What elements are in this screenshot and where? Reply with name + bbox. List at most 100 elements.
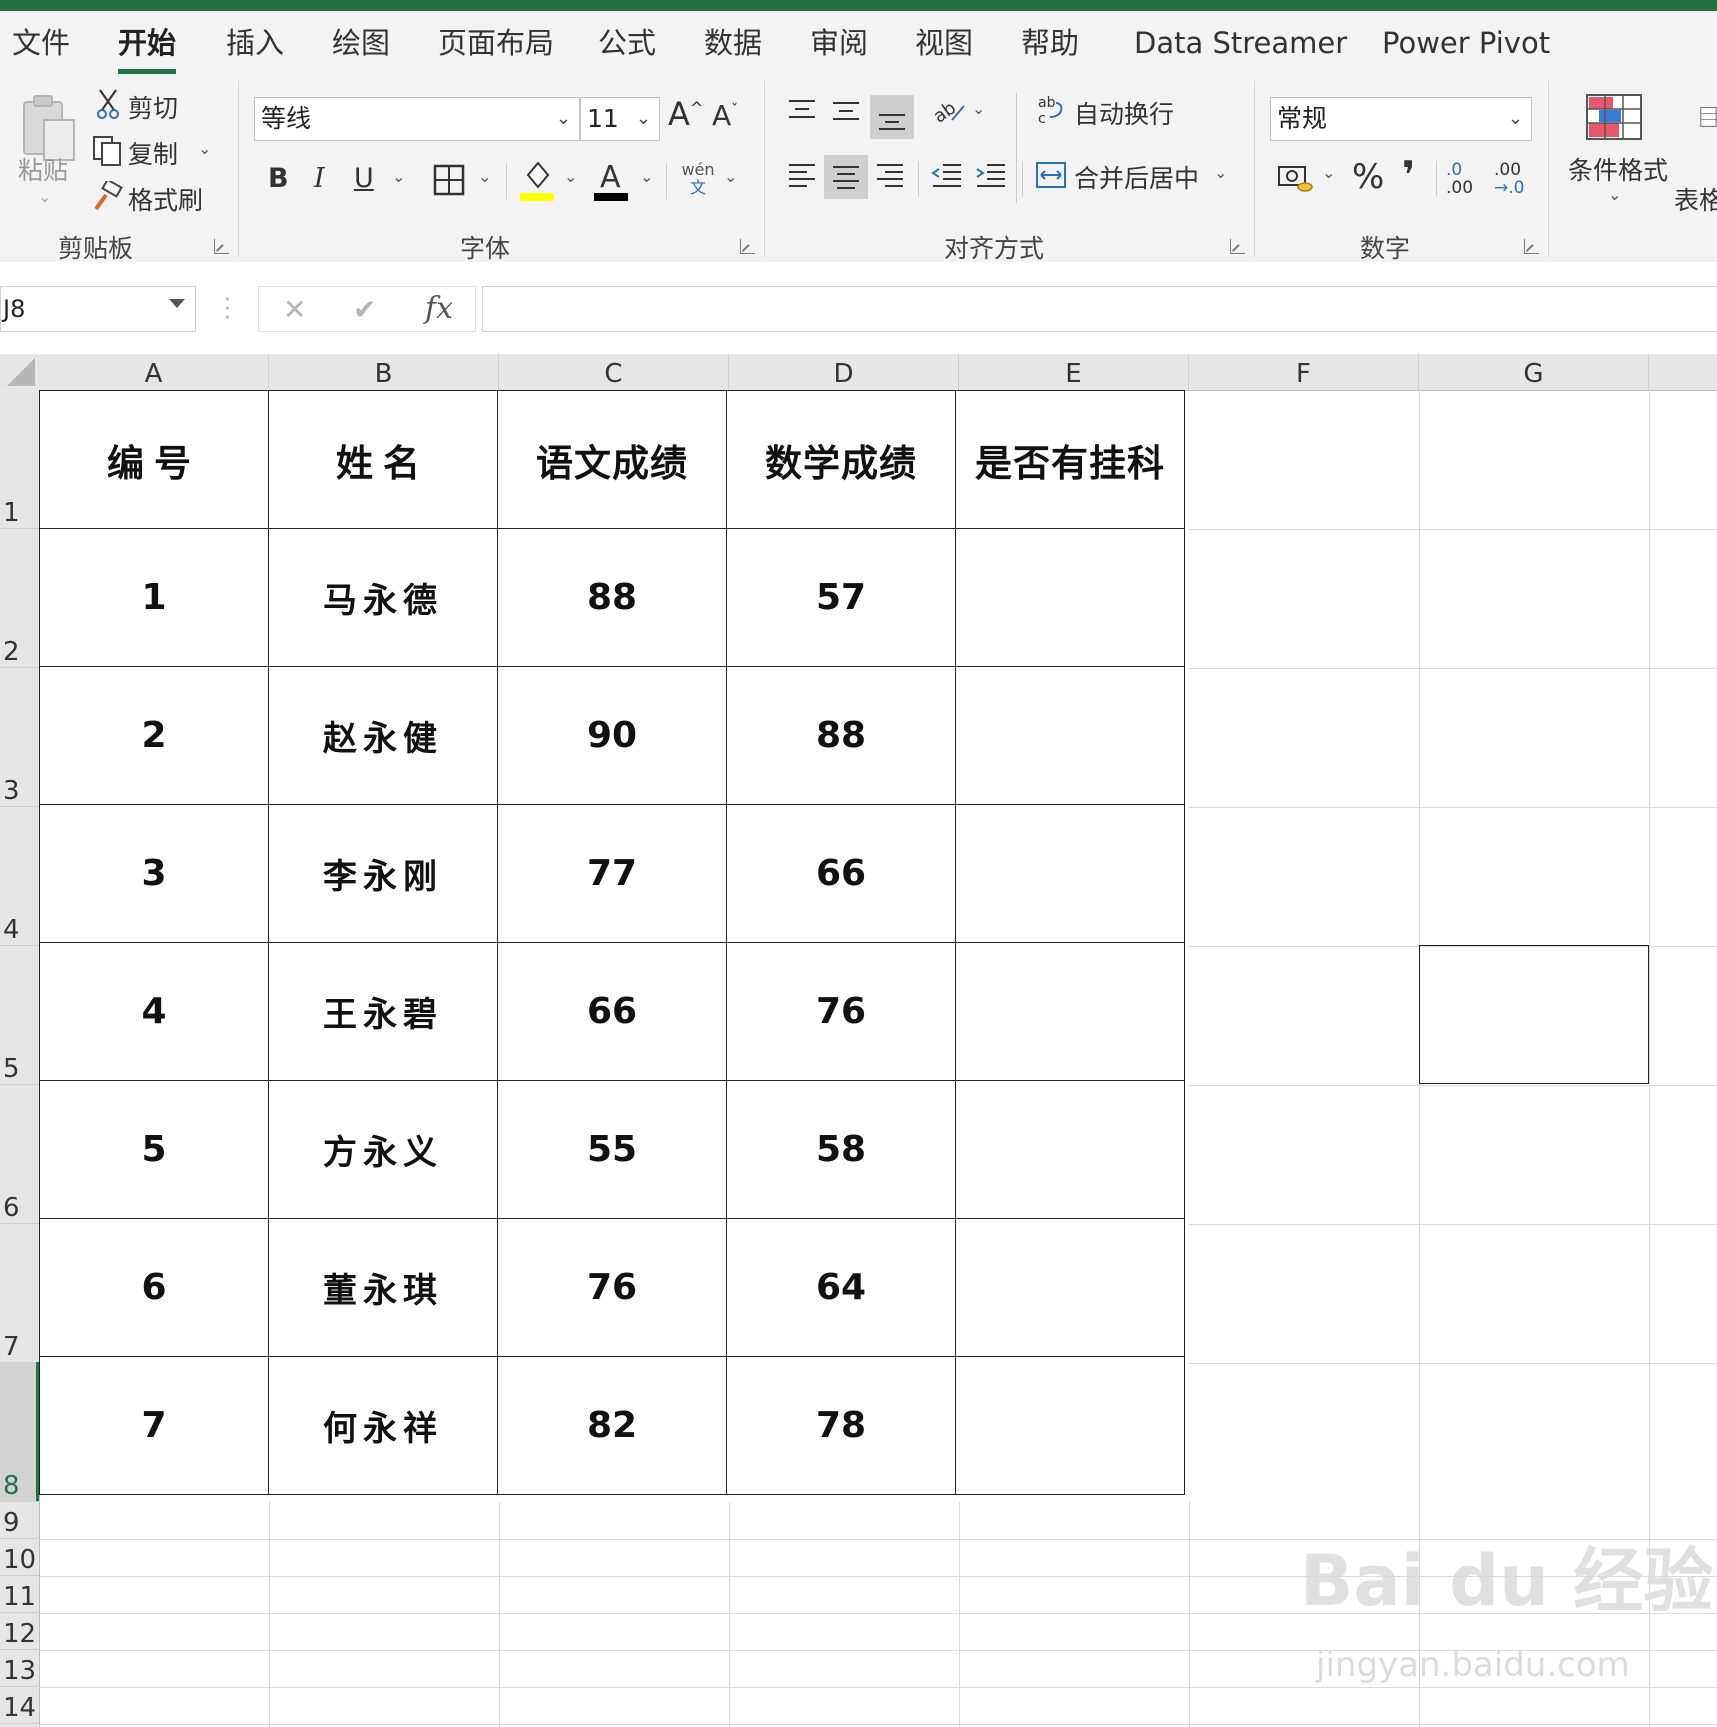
- table-cell[interactable]: [955, 942, 1185, 1081]
- column-header-b[interactable]: B: [269, 354, 499, 390]
- table-cell[interactable]: 4: [39, 942, 269, 1081]
- comma-style-button[interactable]: ❜: [1402, 153, 1415, 197]
- name-box[interactable]: J8: [0, 286, 196, 332]
- header-cell-failed[interactable]: 是否有挂科: [955, 390, 1185, 529]
- format-painter-button[interactable]: 格式刷: [128, 181, 203, 217]
- column-header-g[interactable]: G: [1419, 354, 1649, 390]
- font-launcher-icon[interactable]: [740, 239, 755, 254]
- underline-dropdown-icon[interactable]: ⌄: [392, 167, 405, 186]
- format-as-table-icon[interactable]: [1700, 91, 1717, 143]
- table-cell[interactable]: 方永义: [268, 1080, 498, 1219]
- format-as-table-button[interactable]: 表格: [1674, 181, 1717, 217]
- table-cell[interactable]: [955, 804, 1185, 943]
- increase-decimal-button[interactable]: .0 .00: [1446, 161, 1488, 201]
- phonetic-dropdown-icon[interactable]: ⌄: [724, 167, 737, 186]
- borders-dropdown-icon[interactable]: ⌄: [478, 167, 491, 186]
- copy-button[interactable]: 复制: [128, 135, 178, 171]
- phonetic-guide-button[interactable]: wén 文: [680, 161, 716, 205]
- tab-home[interactable]: 开始: [118, 23, 176, 63]
- column-header-f[interactable]: F: [1189, 354, 1419, 390]
- font-color-icon[interactable]: A: [592, 157, 632, 203]
- tab-file[interactable]: 文件: [12, 23, 70, 63]
- table-cell[interactable]: 王永碧: [268, 942, 498, 1081]
- table-cell[interactable]: 6: [39, 1218, 269, 1357]
- row-header-7[interactable]: 7: [0, 1224, 39, 1363]
- row-header-10[interactable]: 10: [0, 1539, 39, 1576]
- row-header-9[interactable]: 9: [0, 1502, 39, 1539]
- table-cell[interactable]: 马永德: [268, 528, 498, 667]
- currency-dropdown-icon[interactable]: ⌄: [1322, 163, 1335, 182]
- table-cell[interactable]: 76: [726, 942, 956, 1081]
- merge-center-icon[interactable]: [1034, 157, 1068, 193]
- table-cell[interactable]: 66: [497, 942, 727, 1081]
- table-cell[interactable]: 66: [726, 804, 956, 943]
- insert-function-button[interactable]: fx: [425, 291, 453, 326]
- table-cell[interactable]: 90: [497, 666, 727, 805]
- select-all-button[interactable]: [0, 354, 39, 390]
- table-cell[interactable]: 李永刚: [268, 804, 498, 943]
- cancel-entry-button[interactable]: ✕: [283, 293, 306, 326]
- table-cell[interactable]: 77: [497, 804, 727, 943]
- table-cell[interactable]: 88: [726, 666, 956, 805]
- align-middle-icon[interactable]: [830, 95, 862, 127]
- column-header-a[interactable]: A: [39, 354, 269, 390]
- column-header-d[interactable]: D: [729, 354, 959, 390]
- increase-indent-icon[interactable]: [974, 159, 1008, 191]
- tab-view[interactable]: 视图: [915, 23, 973, 63]
- row-header-6[interactable]: 6: [0, 1085, 39, 1224]
- copy-icon[interactable]: [92, 135, 122, 167]
- orientation-icon[interactable]: ab: [928, 93, 968, 127]
- conditional-formatting-icon[interactable]: [1584, 91, 1644, 143]
- table-cell[interactable]: 76: [497, 1218, 727, 1357]
- orientation-dropdown-icon[interactable]: ⌄: [972, 99, 985, 118]
- bordered-cell-g5[interactable]: [1419, 945, 1649, 1084]
- table-cell[interactable]: 1: [39, 528, 269, 667]
- shrink-font-button[interactable]: Aˇ: [712, 99, 738, 132]
- tab-formulas[interactable]: 公式: [598, 23, 656, 63]
- confirm-entry-button[interactable]: ✔: [353, 293, 376, 326]
- table-cell[interactable]: 64: [726, 1218, 956, 1357]
- table-cell[interactable]: 3: [39, 804, 269, 943]
- row-header-5[interactable]: 5: [0, 946, 39, 1085]
- font-color-dropdown-icon[interactable]: ⌄: [640, 167, 653, 186]
- tab-data-streamer[interactable]: Data Streamer: [1134, 23, 1347, 63]
- tab-help[interactable]: 帮助: [1021, 23, 1079, 63]
- fill-color-dropdown-icon[interactable]: ⌄: [564, 167, 577, 186]
- align-left-icon[interactable]: [786, 159, 818, 191]
- align-right-icon[interactable]: [874, 159, 906, 191]
- table-cell[interactable]: 82: [497, 1356, 727, 1495]
- table-cell[interactable]: 赵永健: [268, 666, 498, 805]
- underline-button[interactable]: U: [354, 163, 374, 194]
- table-cell[interactable]: 78: [726, 1356, 956, 1495]
- wrap-text-icon[interactable]: ab c: [1036, 93, 1068, 129]
- merge-center-dropdown-icon[interactable]: ⌄: [1214, 163, 1227, 182]
- row-header-2[interactable]: 2: [0, 529, 39, 668]
- header-cell-chinese-score[interactable]: 语文成绩: [497, 390, 727, 529]
- format-painter-icon[interactable]: [92, 181, 124, 213]
- table-cell[interactable]: 57: [726, 528, 956, 667]
- decrease-decimal-button[interactable]: .00 →.0: [1494, 161, 1538, 201]
- header-cell-name[interactable]: 姓名: [268, 390, 498, 529]
- cut-button[interactable]: 剪切: [128, 89, 178, 125]
- font-name-select[interactable]: 等线 ⌄: [254, 97, 580, 141]
- font-size-select[interactable]: 11 ⌄: [580, 97, 660, 141]
- borders-icon[interactable]: [432, 163, 466, 197]
- formula-bar-grip-icon[interactable]: · · ·: [224, 290, 231, 330]
- row-header-8[interactable]: 8: [0, 1363, 39, 1502]
- tab-insert[interactable]: 插入: [226, 23, 284, 63]
- percent-button[interactable]: %: [1352, 157, 1384, 197]
- row-header-3[interactable]: 3: [0, 668, 39, 807]
- italic-button[interactable]: I: [314, 163, 325, 194]
- table-cell[interactable]: [955, 528, 1185, 667]
- tab-data[interactable]: 数据: [704, 23, 762, 63]
- row-header-11[interactable]: 11: [0, 1576, 39, 1613]
- table-cell[interactable]: [955, 1218, 1185, 1357]
- merge-center-button[interactable]: 合并后居中: [1074, 159, 1199, 195]
- table-cell[interactable]: 2: [39, 666, 269, 805]
- conditional-formatting-button[interactable]: 条件格式: [1568, 151, 1668, 187]
- table-cell[interactable]: [955, 1356, 1185, 1495]
- tab-page-layout[interactable]: 页面布局: [438, 23, 554, 63]
- column-header-e[interactable]: E: [959, 354, 1189, 390]
- header-cell-id[interactable]: 编号: [39, 390, 269, 529]
- tab-review[interactable]: 审阅: [810, 23, 868, 63]
